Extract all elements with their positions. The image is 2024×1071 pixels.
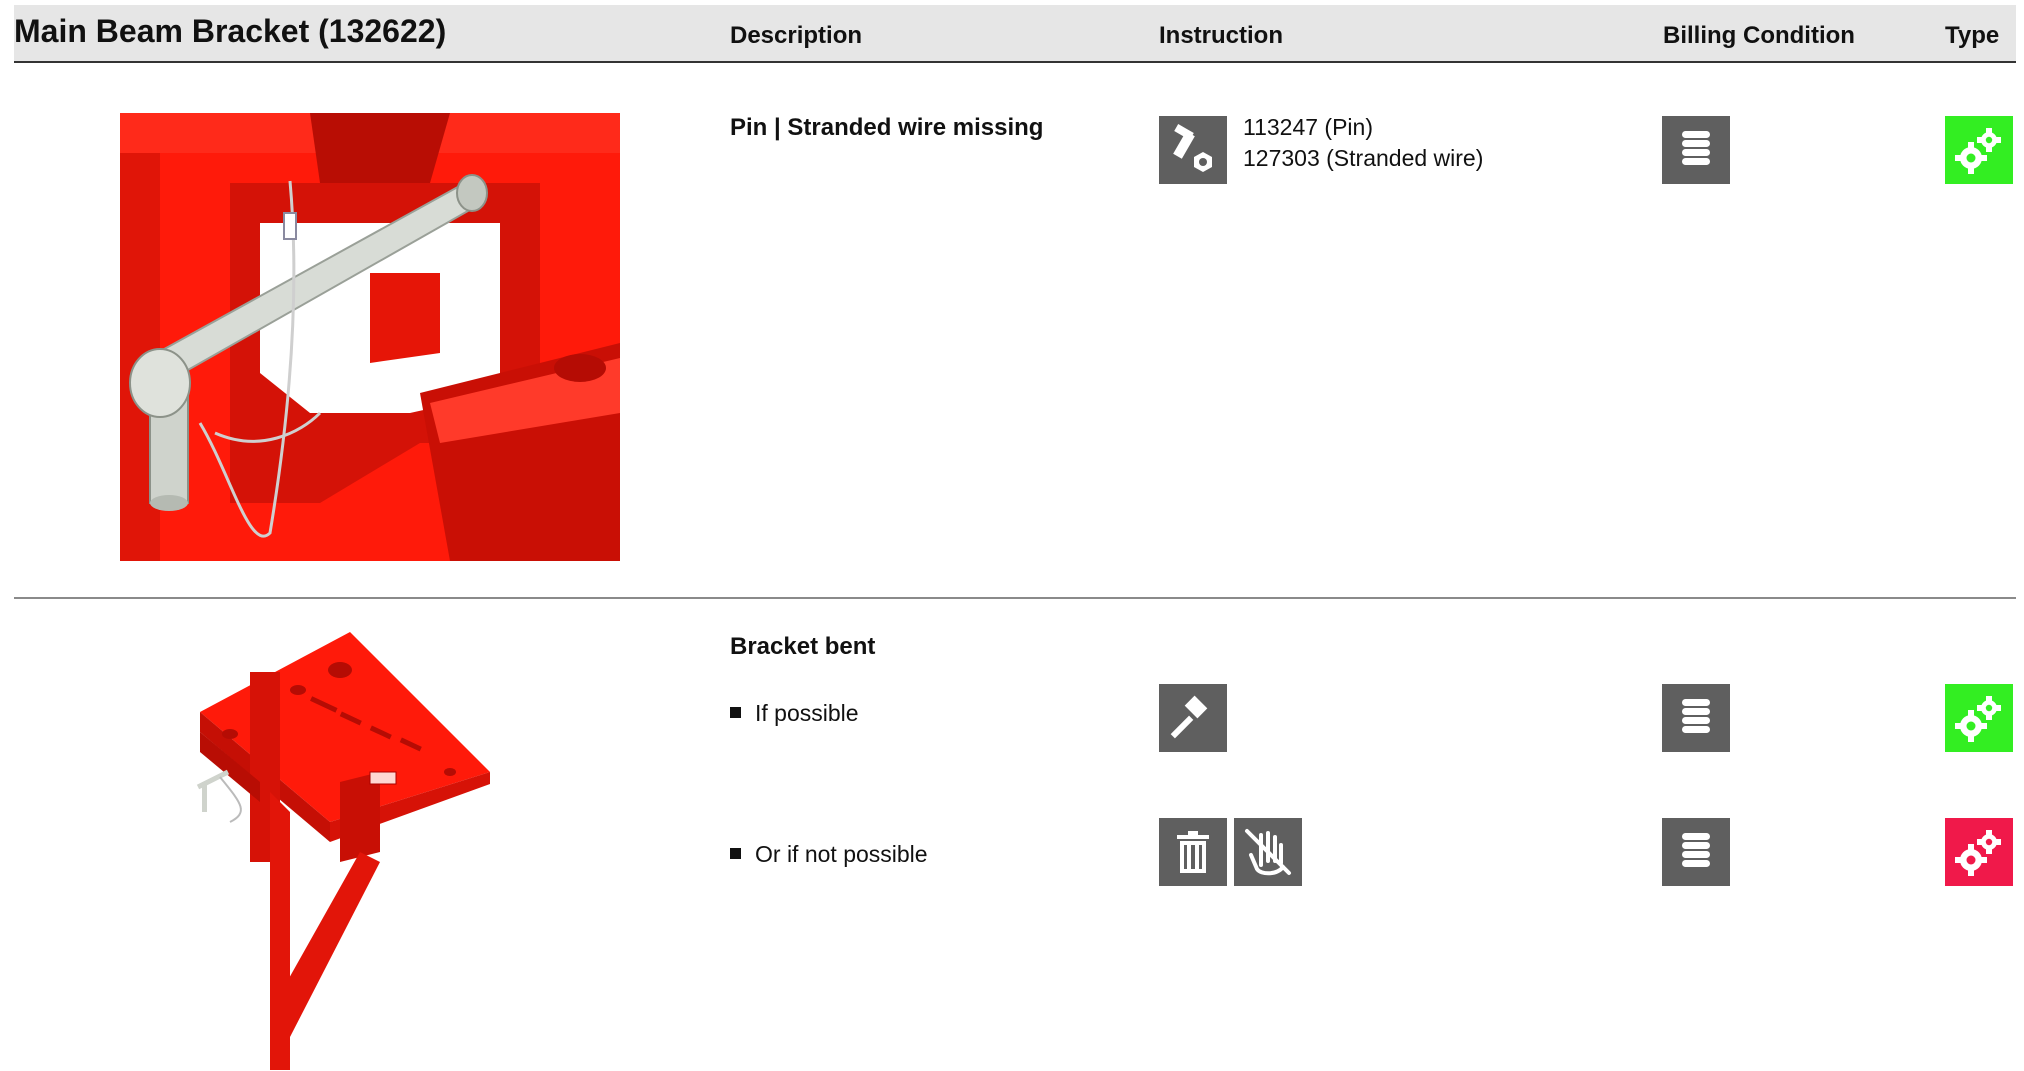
coin-stack-icon	[1662, 818, 1730, 886]
gears-icon	[1945, 818, 2013, 886]
part-number-pin: 113247 (Pin)	[1243, 114, 1373, 140]
row-divider	[14, 597, 2016, 599]
defect-description: Bracket bent	[730, 633, 876, 660]
bolt-nut-icon	[1159, 116, 1227, 184]
option-if-possible: If possible	[730, 700, 859, 727]
part-number-stranded-wire: 127303 (Stranded wire)	[1243, 145, 1484, 171]
page-title: Main Beam Bracket (132622)	[14, 13, 447, 49]
no-touch-icon	[1234, 818, 1302, 886]
option-label: If possible	[755, 700, 859, 726]
bracket-bent-illustration	[190, 632, 500, 1070]
pin-wire-illustration	[120, 113, 620, 561]
option-if-not-possible: Or if not possible	[730, 841, 928, 868]
bullet-square	[730, 848, 741, 860]
gears-icon	[1945, 116, 2013, 184]
option-label: Or if not possible	[755, 841, 928, 867]
hammer-icon	[1159, 684, 1227, 752]
coin-stack-icon	[1662, 684, 1730, 752]
column-header-description: Description	[730, 22, 863, 49]
trash-icon	[1159, 818, 1227, 886]
coin-stack-icon	[1662, 116, 1730, 184]
table-header: Main Beam Bracket (132622) Description I…	[14, 5, 2016, 63]
column-header-instruction: Instruction	[1159, 22, 1283, 49]
column-header-type: Type	[1945, 22, 2000, 49]
gears-icon	[1945, 684, 2013, 752]
column-header-billing: Billing Condition	[1663, 22, 1855, 49]
bullet-square	[730, 707, 741, 719]
defect-description: Pin | Stranded wire missing	[730, 114, 1044, 141]
